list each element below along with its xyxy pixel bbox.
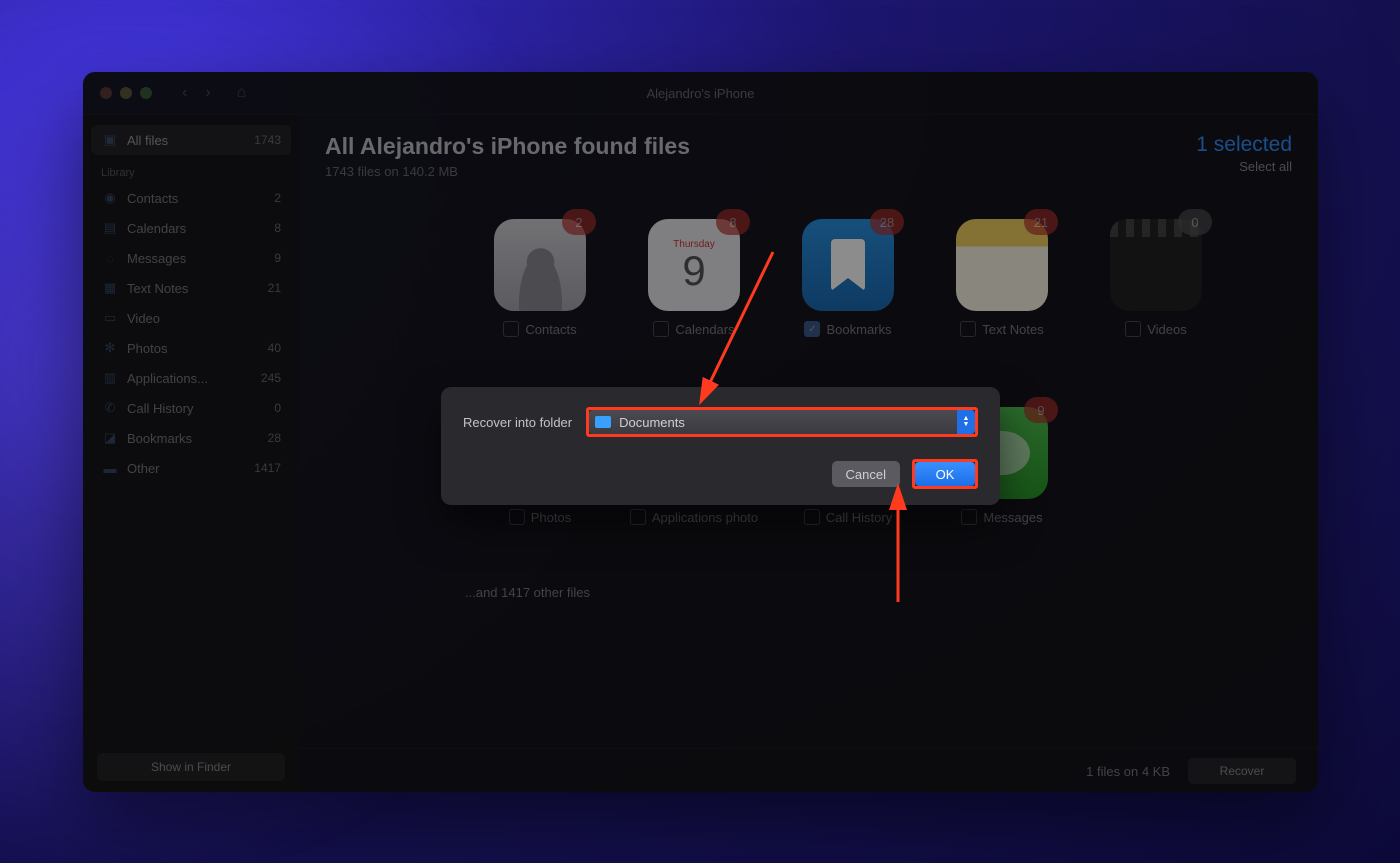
recover-dialog: Recover into folder Documents ▲▼ Cancel … — [441, 387, 1000, 505]
cancel-button[interactable]: Cancel — [832, 461, 900, 487]
recover-folder-select[interactable]: Documents ▲▼ — [589, 410, 975, 434]
chevron-updown-icon: ▲▼ — [957, 410, 975, 434]
folder-icon — [595, 416, 611, 428]
recover-dialog-label: Recover into folder — [463, 415, 572, 430]
recover-folder-value: Documents — [619, 415, 685, 430]
ok-button[interactable]: OK — [915, 462, 975, 486]
annotation-highlight-ok: OK — [912, 459, 978, 489]
annotation-highlight-folder: Documents ▲▼ — [586, 407, 978, 437]
app-window: ‹ › ⌂ Alejandro's iPhone ▣ All files 174… — [83, 72, 1318, 792]
